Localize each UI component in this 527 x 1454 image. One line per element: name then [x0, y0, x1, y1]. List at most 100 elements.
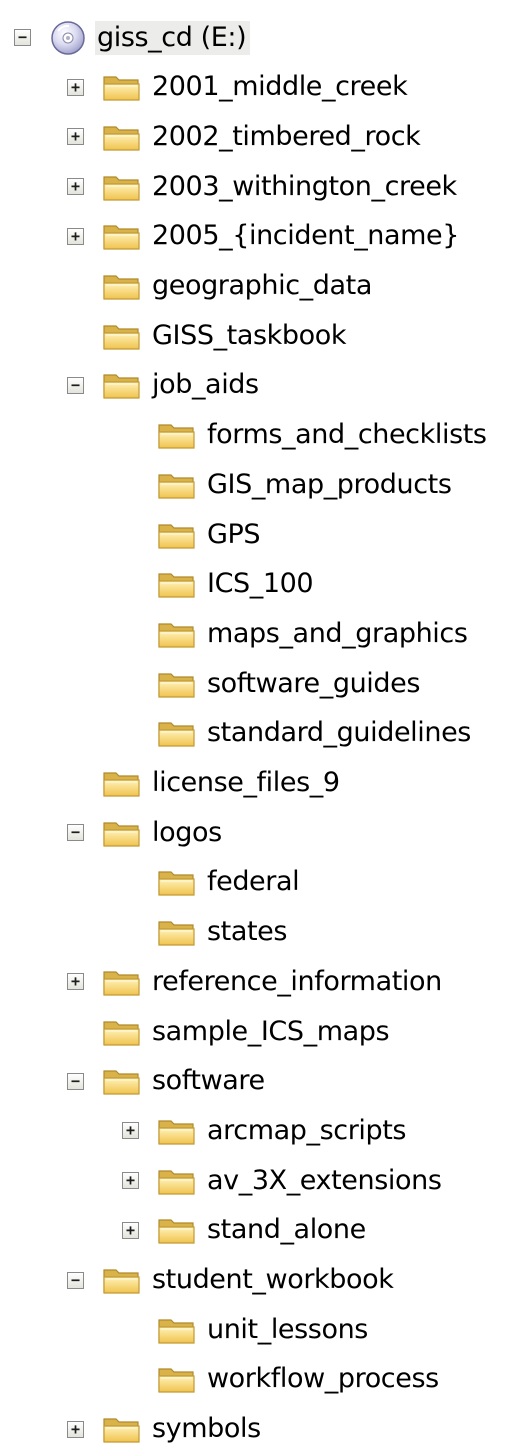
collapse-toggle[interactable]: −	[67, 1072, 84, 1090]
folder-label[interactable]: geographic_data	[152, 269, 376, 303]
folder-label[interactable]: 2001_middle_creek	[152, 70, 411, 104]
folder-icon	[102, 271, 142, 301]
folder-icon	[157, 1315, 197, 1345]
expand-toggle[interactable]: +	[122, 1172, 139, 1190]
folder-label[interactable]: unit_lessons	[207, 1313, 372, 1347]
folder-label[interactable]: standard_guidelines	[207, 716, 475, 750]
tree-item[interactable]: +2001_middle_creek	[67, 63, 411, 112]
tree-item[interactable]: GISS_taskbook	[67, 311, 350, 360]
tree-item[interactable]: software_guides	[122, 659, 424, 708]
tree-item[interactable]: +2003_withington_creek	[67, 162, 461, 211]
tree-item[interactable]: workflow_process	[122, 1355, 443, 1404]
expand-toggle[interactable]: +	[67, 973, 84, 991]
folder-label[interactable]: maps_and_graphics	[207, 617, 472, 651]
tree-item[interactable]: + stand_alone	[122, 1206, 370, 1255]
folder-icon	[157, 619, 197, 649]
folder-label[interactable]: 2002_timbered_rock	[152, 120, 424, 154]
expand-toggle[interactable]: +	[67, 128, 84, 146]
folder-label[interactable]: av_3X_extensions	[207, 1164, 446, 1198]
folder-icon	[102, 818, 142, 848]
folder-label[interactable]: federal	[207, 865, 303, 899]
folder-icon	[157, 1116, 197, 1146]
tree-item[interactable]: + arcmap_scripts	[122, 1106, 410, 1155]
folder-label[interactable]: software	[152, 1064, 269, 1098]
folder-label[interactable]: ICS_100	[207, 567, 317, 601]
tree-item[interactable]: states	[122, 908, 291, 957]
folder-label[interactable]: 2005_{incident_name}	[152, 219, 463, 253]
expand-toggle[interactable]: +	[122, 1122, 139, 1140]
tree-item[interactable]: ICS_100	[122, 560, 317, 609]
tree-item[interactable]: forms_and_checklists	[122, 411, 491, 460]
tree-item[interactable]: +2005_{incident_name}	[67, 212, 463, 261]
folder-icon	[102, 768, 142, 798]
folder-label[interactable]: job_aids	[152, 368, 263, 402]
folder-icon	[157, 1215, 197, 1245]
folder-label[interactable]: 2003_withington_creek	[152, 170, 461, 204]
folder-icon	[102, 1414, 142, 1444]
tree-item[interactable]: sample_ICS_maps	[67, 1007, 393, 1056]
tree-item[interactable]: maps_and_graphics	[122, 609, 472, 658]
expand-toggle[interactable]: +	[67, 178, 84, 196]
expand-toggle[interactable]: +	[122, 1221, 139, 1239]
tree-item[interactable]: license_files_9	[67, 759, 344, 808]
tree-item[interactable]: federal	[122, 858, 303, 907]
folder-icon	[157, 420, 197, 450]
folder-label[interactable]: license_files_9	[152, 766, 344, 800]
collapse-toggle[interactable]: −	[67, 376, 84, 394]
tree-item[interactable]: +2002_timbered_rock	[67, 112, 424, 161]
tree-item[interactable]: GIS_map_products	[122, 460, 456, 509]
tree-item[interactable]: + reference_information	[67, 957, 446, 1006]
folder-label[interactable]: GIS_map_products	[207, 468, 456, 502]
folder-label[interactable]: arcmap_scripts	[207, 1114, 410, 1148]
folder-icon	[157, 1364, 197, 1394]
folder-label[interactable]: software_guides	[207, 667, 424, 701]
folder-label[interactable]: forms_and_checklists	[207, 418, 491, 452]
expand-toggle[interactable]: +	[67, 227, 84, 245]
collapse-toggle[interactable]: −	[67, 824, 84, 842]
folder-label[interactable]: stand_alone	[207, 1213, 370, 1247]
expand-toggle[interactable]: +	[67, 78, 84, 96]
drive-label[interactable]: giss_cd (E:)	[95, 20, 251, 55]
folder-icon	[157, 669, 197, 699]
tree-item[interactable]: + av_3X_extensions	[122, 1156, 446, 1205]
tree-item[interactable]: standard_guidelines	[122, 709, 475, 758]
collapse-toggle[interactable]: −	[67, 1271, 84, 1289]
folder-icon	[102, 172, 142, 202]
folder-icon	[157, 718, 197, 748]
folder-icon	[157, 470, 197, 500]
folder-icon	[102, 221, 142, 251]
folder-label[interactable]: logos	[152, 816, 226, 850]
folder-icon	[157, 569, 197, 599]
tree-item[interactable]: geographic_data	[67, 262, 376, 311]
folder-icon	[102, 1265, 142, 1295]
folder-label[interactable]: student_workbook	[152, 1263, 397, 1297]
tree-item[interactable]: + symbols	[67, 1405, 265, 1454]
folder-label[interactable]: sample_ICS_maps	[152, 1015, 393, 1049]
folder-label[interactable]: GPS	[207, 518, 264, 552]
tree-item[interactable]: GPS	[122, 510, 264, 559]
folder-label[interactable]: workflow_process	[207, 1362, 443, 1396]
tree-item[interactable]: − software	[67, 1057, 269, 1106]
tree-item[interactable]: − student_workbook	[67, 1256, 397, 1305]
tree-item[interactable]: unit_lessons	[122, 1305, 372, 1354]
folder-icon	[102, 72, 142, 102]
folder-label[interactable]: symbols	[152, 1412, 265, 1446]
folder-icon	[157, 520, 197, 550]
folder-icon	[102, 122, 142, 152]
folder-icon	[157, 917, 197, 947]
tree-item[interactable]: − logos	[67, 808, 226, 857]
folder-label[interactable]: GISS_taskbook	[152, 319, 350, 353]
folder-icon	[102, 370, 142, 400]
folder-icon	[157, 1166, 197, 1196]
folder-icon	[157, 867, 197, 897]
folder-tree: − giss_cd (E:) +2001_middle_creek +2002_tim…	[0, 0, 527, 1444]
collapse-toggle[interactable]: −	[14, 29, 31, 46]
folder-icon	[102, 1066, 142, 1096]
tree-root-drive[interactable]: − giss_cd (E:)	[14, 13, 251, 62]
expand-toggle[interactable]: +	[67, 1420, 84, 1438]
cd-drive-icon	[49, 19, 87, 57]
folder-label[interactable]: reference_information	[152, 965, 446, 999]
folder-icon	[102, 321, 142, 351]
folder-label[interactable]: states	[207, 915, 291, 949]
tree-item[interactable]: − job_aids	[67, 361, 263, 410]
